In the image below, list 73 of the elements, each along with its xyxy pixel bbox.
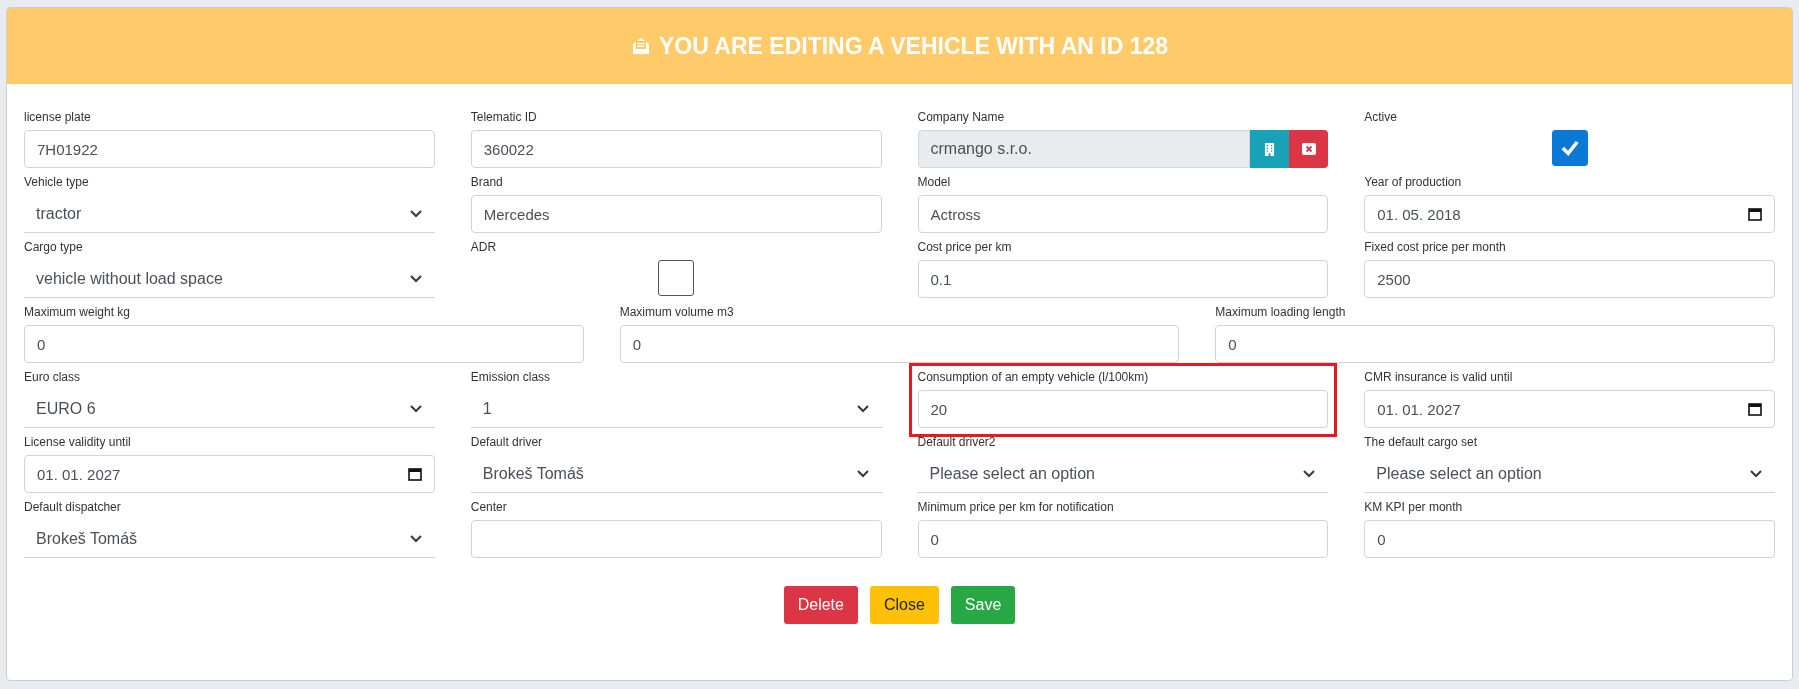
chevron-down-icon	[855, 403, 870, 414]
input-field[interactable]: 0	[24, 325, 584, 363]
building-icon	[1264, 141, 1276, 157]
input-field[interactable]	[470, 520, 882, 558]
field-label: The default cargo set	[1364, 434, 1478, 451]
input-field[interactable]: 2500	[1364, 260, 1775, 298]
field-label: Cost price per km	[917, 239, 1013, 256]
field-label: Consumption of an empty vehicle (l/100km)	[917, 369, 1150, 386]
input-field[interactable]: 0	[1364, 520, 1775, 558]
chevron-down-icon	[1749, 468, 1763, 479]
field-label: Company Name	[917, 109, 1006, 126]
chevron-down-icon	[1302, 468, 1317, 479]
calendar-icon	[1748, 207, 1762, 221]
input-field: crmango s.r.o.	[917, 130, 1251, 168]
field-label: Fixed cost price per month	[1364, 239, 1507, 256]
date-field[interactable]: 01. 05. 2018	[1364, 195, 1775, 233]
calendar-icon	[407, 467, 422, 481]
select-field[interactable]: Please select an option	[917, 455, 1329, 493]
field-label: Default dispatcher	[24, 499, 122, 516]
select-field[interactable]: Brokeš Tomáš	[470, 455, 882, 493]
header-title: YOU ARE EDITING A VEHICLE WITH AN ID 128	[658, 32, 1168, 60]
select-field[interactable]: vehicle without load space	[24, 260, 435, 298]
field-label: Vehicle type	[24, 174, 90, 191]
clear-button[interactable]	[1289, 130, 1329, 168]
field-label: Active	[1364, 109, 1398, 126]
field-label: KM KPI per month	[1364, 499, 1464, 516]
checkbox[interactable]	[1551, 130, 1588, 166]
input-field[interactable]: 0	[1215, 325, 1775, 363]
field-label: Cargo type	[24, 239, 84, 256]
chevron-down-icon	[408, 403, 423, 414]
chevron-down-icon	[855, 468, 870, 479]
field-label: Default driver2	[917, 434, 997, 451]
input-field[interactable]: 360022	[470, 130, 882, 168]
field-label: ADR	[470, 239, 498, 256]
input-field[interactable]: 0	[619, 325, 1180, 363]
field-label: Maximum volume m3	[619, 304, 735, 321]
input-field[interactable]: 0	[917, 520, 1329, 558]
field-label: Default driver	[470, 434, 544, 451]
field-label: Emission class	[470, 369, 552, 386]
input-field[interactable]: Mercedes	[470, 195, 882, 233]
chevron-down-icon	[408, 208, 423, 219]
chevron-down-icon	[408, 273, 423, 284]
field-label: Center	[470, 499, 508, 516]
select-field[interactable]: tractor	[24, 195, 435, 233]
select-field[interactable]: EURO 6	[24, 390, 435, 428]
input-field[interactable]: 7H01922	[24, 130, 435, 168]
select-field[interactable]: 1	[470, 390, 882, 428]
field-label: CMR insurance is valid until	[1364, 369, 1514, 386]
close-icon	[1301, 143, 1316, 155]
calendar-icon	[1748, 402, 1762, 416]
close-button[interactable]: Close	[869, 586, 939, 624]
field-label: Model	[917, 174, 952, 191]
chevron-down-icon	[408, 533, 423, 544]
field-label: Year of production	[1364, 174, 1463, 191]
checkbox[interactable]	[658, 260, 695, 296]
field-label: Telematic ID	[470, 109, 538, 126]
input-field[interactable]: 0.1	[917, 260, 1329, 298]
date-field[interactable]: 01. 01. 2027	[1364, 390, 1775, 428]
date-field[interactable]: 01. 01. 2027	[24, 455, 435, 493]
field-label: License validity until	[24, 434, 132, 451]
input-field[interactable]: Actross	[917, 195, 1329, 233]
field-label: Brand	[470, 174, 504, 191]
select-field[interactable]: Brokeš Tomáš	[24, 520, 435, 558]
select-field[interactable]: Please select an option	[1364, 455, 1775, 493]
field-label: Minimum price per km for notification	[917, 499, 1115, 516]
delete-button[interactable]: Delete	[783, 586, 858, 624]
field-label: Maximum loading length	[1215, 304, 1347, 321]
input-field[interactable]: 20	[917, 390, 1329, 428]
building-button[interactable]	[1250, 130, 1290, 168]
envelope-icon	[630, 36, 651, 56]
field-label: license plate	[24, 109, 92, 126]
field-label: Maximum weight kg	[24, 304, 132, 321]
field-label: Euro class	[24, 369, 82, 386]
